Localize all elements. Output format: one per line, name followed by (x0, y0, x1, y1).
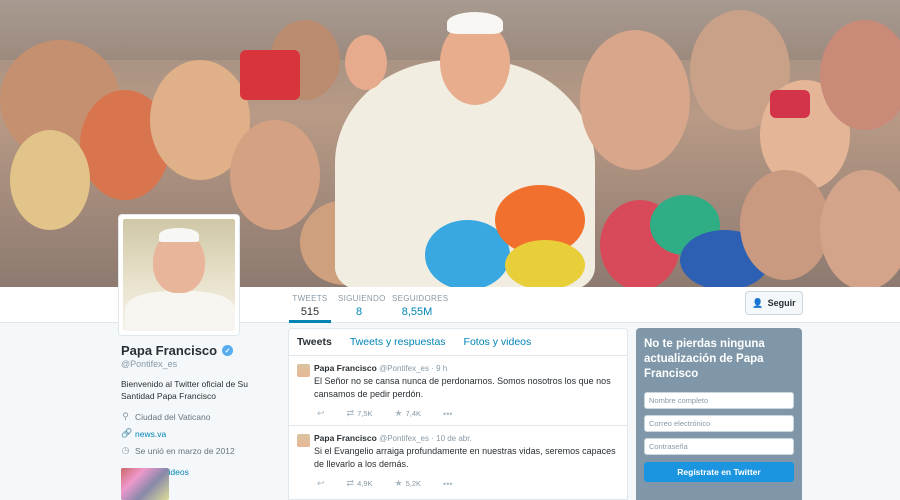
profile-name-row: Papa Francisco ✓ (121, 343, 281, 358)
tab-tweets-replies[interactable]: Tweets y respuestas (350, 336, 446, 348)
location-pin-icon: ⚲ (122, 411, 129, 421)
stat-label: SEGUIDORES (392, 294, 449, 303)
retweet-icon: ⇄ (346, 478, 355, 488)
favorite-button[interactable]: ★ 5,2K (395, 478, 422, 489)
signup-button[interactable]: Regístrate en Twitter (644, 462, 794, 482)
tweet-avatar[interactable] (297, 364, 310, 377)
star-icon: ★ (394, 408, 403, 418)
location-text: Ciudad del Vaticano (135, 411, 211, 422)
retweet-icon: ⇄ (346, 408, 355, 418)
reply-button[interactable]: ↩ (317, 478, 325, 489)
follow-label: Seguir (767, 298, 796, 308)
crowd-figure (820, 20, 900, 130)
full-name-field[interactable]: Nombre completo (644, 392, 794, 409)
more-icon: ••• (443, 408, 453, 419)
stat-value: 8 (355, 306, 363, 318)
crowd-figure (10, 130, 90, 230)
tweet-avatar[interactable] (297, 434, 310, 447)
profile-website: 🔗 news.va (121, 428, 281, 439)
profile-bio: Bienvenido al Twitter oficial de Su Sant… (121, 379, 248, 401)
tweet[interactable]: Papa Francisco @Pontifex_es · 10 de abr.… (289, 426, 627, 495)
crowd-figure (580, 30, 690, 170)
avatar-cap (159, 228, 199, 242)
nav-stat-followers[interactable]: SEGUIDORES 8,55M (392, 287, 449, 323)
reply-icon: ↩ (317, 478, 325, 488)
verified-badge-icon: ✓ (222, 345, 234, 356)
star-icon: ★ (394, 478, 403, 488)
retweet-count: 4,9K (357, 479, 373, 488)
tweet-actions: ↩ ⇄ 7,5K ★ 7,4K ••• (314, 408, 617, 419)
timeline: Tweets Tweets y respuestas Fotos y video… (288, 328, 628, 500)
password-field[interactable]: Contraseña (644, 438, 794, 455)
add-user-icon: 👤 (752, 297, 764, 308)
timeline-tabs: Tweets Tweets y respuestas Fotos y video… (289, 329, 627, 356)
profile-handle[interactable]: @Pontifex_es (121, 359, 281, 369)
crowd-figure (820, 170, 900, 287)
tweet-header: Papa Francisco @Pontifex_es · 9 h (314, 363, 617, 373)
profile-location: ⚲ Ciudad del Vaticano (121, 411, 281, 422)
favorite-button[interactable]: ★ 7,4K (395, 408, 422, 419)
tweet-header: Papa Francisco @Pontifex_es · 10 de abr. (314, 433, 617, 443)
retweet-button[interactable]: ⇄ 4,9K (347, 478, 373, 489)
signup-module: No te pierdas ninguna actualización de P… (636, 328, 802, 500)
crowd-figure (770, 90, 810, 118)
reply-icon: ↩ (317, 408, 325, 418)
reply-button[interactable]: ↩ (317, 408, 325, 419)
stat-label: SIGUIENDO (338, 294, 386, 303)
calendar-icon: ◷ (121, 445, 130, 455)
pope-hand (345, 35, 387, 90)
favorite-count: 7,4K (405, 409, 422, 418)
pope-cap (447, 12, 503, 34)
avatar-robe (125, 291, 235, 331)
avatar-image (123, 219, 235, 331)
stat-value: 515 (300, 306, 320, 318)
website-link[interactable]: news.va (135, 429, 166, 439)
profile-name[interactable]: Papa Francisco (121, 343, 217, 358)
more-button[interactable]: ••• (443, 409, 452, 419)
signup-title: No te pierdas ninguna actualización de P… (644, 338, 765, 380)
link-icon: 🔗 (121, 428, 133, 438)
retweet-count: 7,5K (357, 409, 373, 418)
nav-stat-tweets[interactable]: TWEETS 515 (289, 287, 331, 323)
avatar[interactable] (118, 214, 240, 336)
stat-label: TWEETS (292, 294, 328, 303)
tab-tweets[interactable]: Tweets (297, 336, 332, 348)
nav-stat-following[interactable]: SIGUIENDO 8 (338, 287, 386, 323)
crowd-figure (240, 50, 300, 100)
follow-button[interactable]: 👤 Seguir (745, 291, 803, 315)
more-icon: ••• (443, 478, 453, 489)
crowd-figure (230, 120, 320, 230)
joined-text: Se unió en marzo de 2012 (135, 445, 235, 456)
tab-photos-videos[interactable]: Fotos y videos (464, 336, 532, 348)
tweet-text: El Señor no se cansa nunca de perdonarno… (314, 376, 611, 399)
feather-plume (505, 240, 585, 287)
favorite-count: 5,2K (405, 479, 422, 488)
tweet-meta: @Pontifex_es · 9 h (379, 364, 448, 373)
photo-thumbnail[interactable] (121, 468, 169, 500)
more-button[interactable]: ••• (443, 479, 452, 489)
email-field[interactable]: Correo electrónico (644, 415, 794, 432)
tweet-author[interactable]: Papa Francisco (314, 363, 377, 373)
tweet[interactable]: Papa Francisco @Pontifex_es · 9 h El Señ… (289, 356, 627, 426)
tweet-text: Si el Evangelio arraiga profundamente en… (314, 446, 616, 469)
retweet-button[interactable]: ⇄ 7,5K (347, 408, 373, 419)
tweet-actions: ↩ ⇄ 4,9K ★ 5,2K ••• (314, 478, 617, 489)
stat-value: 8,55M (401, 306, 433, 318)
tweet-author[interactable]: Papa Francisco (314, 433, 377, 443)
crowd-figure (740, 170, 830, 280)
tweet-meta: @Pontifex_es · 10 de abr. (379, 434, 472, 443)
profile-card: Papa Francisco ✓ @Pontifex_es Bienvenido… (121, 343, 281, 477)
profile-joined: ◷ Se unió en marzo de 2012 (121, 445, 281, 456)
